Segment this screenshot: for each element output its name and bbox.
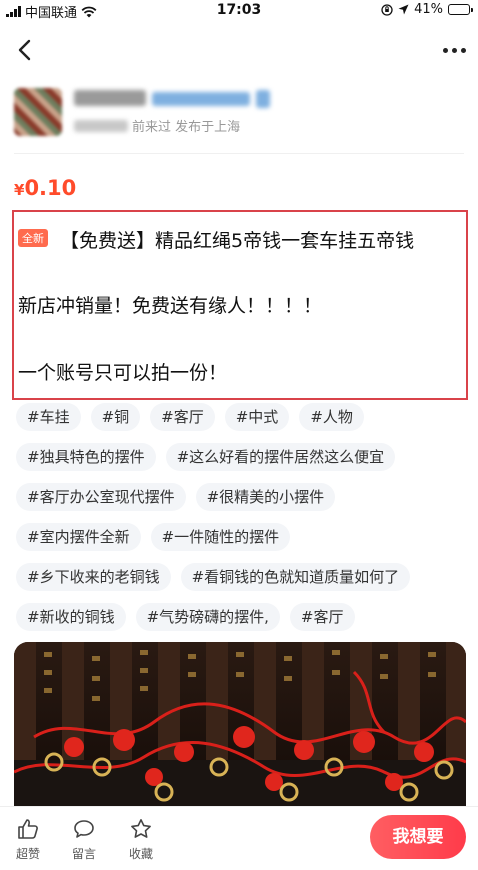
tag-chip[interactable]: #客厅办公室现代摆件 [16, 483, 186, 511]
battery-icon [448, 4, 473, 15]
location-arrow-icon [398, 4, 409, 15]
battery-percent: 41% [414, 2, 443, 17]
thumbs-up-icon [18, 819, 38, 839]
comment-button[interactable]: 留言 [64, 817, 104, 862]
description-title: 【免费送】精品红绳5帝钱一套车挂五帝钱 [60, 230, 415, 252]
tag-chip[interactable]: #乡下收来的老铜钱 [16, 563, 171, 591]
condition-badge: 全新 [18, 229, 48, 247]
orientation-lock-icon [381, 3, 393, 16]
currency-symbol: ¥ [14, 181, 25, 199]
tag-chip[interactable]: #客厅 [150, 403, 215, 431]
status-bar: 中国联通 17:03 41% [0, 0, 478, 22]
description-line: 一个账号只可以拍一份！ [18, 362, 228, 384]
more-options-button[interactable] [438, 36, 470, 64]
product-photo[interactable] [14, 642, 466, 812]
seller-meta-text: 前来过 发布于上海 [132, 120, 241, 135]
back-button[interactable] [12, 36, 40, 64]
tag-chip[interactable]: #中式 [224, 403, 290, 431]
seller-meta: 前来过 发布于上海 [74, 116, 240, 135]
tag-chip[interactable]: #人物 [299, 403, 364, 431]
star-icon [131, 819, 151, 838]
tag-chip[interactable]: #独具特色的摆件 [16, 443, 156, 471]
favorite-button[interactable]: 收藏 [121, 817, 161, 862]
want-button[interactable]: 我想要 [370, 815, 466, 859]
seller-name-redacted [74, 90, 270, 108]
like-label: 超赞 [15, 847, 40, 861]
comment-label: 留言 [71, 847, 96, 861]
tag-chip[interactable]: #客厅 [289, 603, 355, 631]
divider [14, 153, 464, 154]
like-button[interactable]: 超赞 [8, 817, 48, 862]
nav-bar [0, 30, 478, 70]
price: ¥0.10 [14, 176, 76, 200]
tag-chip[interactable]: #室内摆件全新 [16, 523, 141, 551]
tag-list: #车挂 #铜 #客厅 #中式 #人物 #独具特色的摆件 #这么好看的摆件居然这么… [16, 403, 466, 643]
description-highlight: 全新 【免费送】精品红绳5帝钱一套车挂五帝钱 新店冲销量！免费送有缘人！！！！ … [12, 210, 468, 400]
comment-bubble-icon [74, 820, 94, 838]
tag-chip[interactable]: #一件随性的摆件 [150, 523, 291, 551]
tag-chip[interactable]: #看铜钱的色就知道质量如何了 [180, 563, 411, 591]
avatar[interactable] [14, 88, 62, 136]
tag-chip[interactable]: #这么好看的摆件居然这么便宜 [165, 443, 396, 471]
bottom-action-bar: 超赞 留言 收藏 我想要 [0, 806, 478, 870]
tag-chip[interactable]: #很精美的小摆件 [195, 483, 336, 511]
description-line: 新店冲销量！免费送有缘人！！！！ [18, 295, 323, 317]
tag-chip[interactable]: #车挂 [16, 403, 81, 431]
tag-chip[interactable]: #新收的铜钱 [16, 603, 126, 631]
tag-chip[interactable]: #气势磅礴的摆件, [135, 603, 280, 631]
price-value: 0.10 [24, 176, 77, 200]
seller-info[interactable]: 前来过 发布于上海 [14, 88, 464, 138]
favorite-label: 收藏 [128, 847, 153, 861]
tag-chip[interactable]: #铜 [90, 403, 141, 431]
